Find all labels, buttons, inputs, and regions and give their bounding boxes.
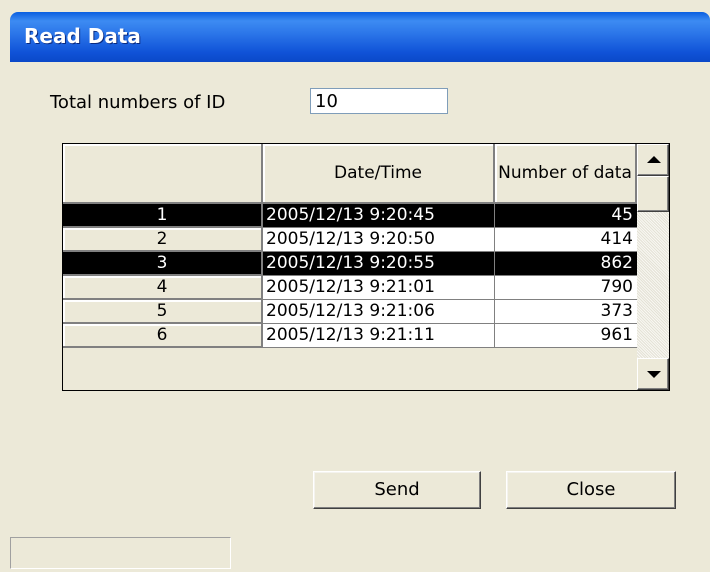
arrow-down-icon [647, 371, 661, 378]
number-of-data-cell[interactable]: 45 [495, 204, 637, 228]
date-time-cell[interactable]: 2005/12/13 9:20:50 [263, 228, 495, 252]
row-id-cell[interactable]: 5 [63, 300, 263, 324]
vertical-scrollbar[interactable] [637, 144, 669, 390]
table-row[interactable]: 4 2005/12/13 9:21:01 790 [63, 276, 637, 300]
window-title: Read Data [24, 24, 141, 48]
date-time-cell[interactable]: 2005/12/13 9:20:45 [263, 204, 495, 228]
arrow-up-icon [647, 156, 661, 163]
table-row[interactable]: 2 2005/12/13 9:20:50 414 [63, 228, 637, 252]
row-id-cell[interactable]: 6 [63, 324, 263, 348]
scroll-thumb[interactable] [637, 176, 669, 212]
number-of-data-cell[interactable]: 414 [495, 228, 637, 252]
date-time-cell[interactable]: 2005/12/13 9:21:01 [263, 276, 495, 300]
send-button[interactable]: Send [313, 471, 481, 509]
row-id-cell[interactable]: 3 [63, 252, 263, 276]
total-ids-input[interactable]: 10 [310, 88, 448, 114]
number-of-data-cell[interactable]: 862 [495, 252, 637, 276]
status-bar [10, 537, 231, 569]
date-time-cell[interactable]: 2005/12/13 9:20:55 [263, 252, 495, 276]
row-id-cell[interactable]: 1 [63, 204, 263, 228]
data-grid[interactable]: Date/Time Number of data 1 2005/12/13 9:2… [62, 143, 670, 391]
title-bar[interactable]: Read Data [10, 12, 710, 62]
close-button[interactable]: Close [506, 471, 676, 509]
table-row[interactable]: 5 2005/12/13 9:21:06 373 [63, 300, 637, 324]
table-row[interactable]: 3 2005/12/13 9:20:55 862 [63, 252, 637, 276]
date-time-cell[interactable]: 2005/12/13 9:21:06 [263, 300, 495, 324]
row-id-cell[interactable]: 2 [63, 228, 263, 252]
date-time-header[interactable]: Date/Time [263, 144, 495, 204]
number-of-data-cell[interactable]: 790 [495, 276, 637, 300]
number-of-data-header[interactable]: Number of data [495, 144, 637, 204]
grid-corner-header[interactable] [63, 144, 263, 204]
number-of-data-cell[interactable]: 961 [495, 324, 637, 348]
scroll-down-button[interactable] [637, 358, 669, 390]
scroll-up-button[interactable] [637, 144, 669, 176]
total-ids-label: Total numbers of ID [50, 92, 226, 113]
row-id-cell[interactable]: 4 [63, 276, 263, 300]
table-row[interactable]: 6 2005/12/13 9:21:11 961 [63, 324, 637, 348]
table-row[interactable]: 1 2005/12/13 9:20:45 45 [63, 204, 637, 228]
number-of-data-cell[interactable]: 373 [495, 300, 637, 324]
date-time-cell[interactable]: 2005/12/13 9:21:11 [263, 324, 495, 348]
